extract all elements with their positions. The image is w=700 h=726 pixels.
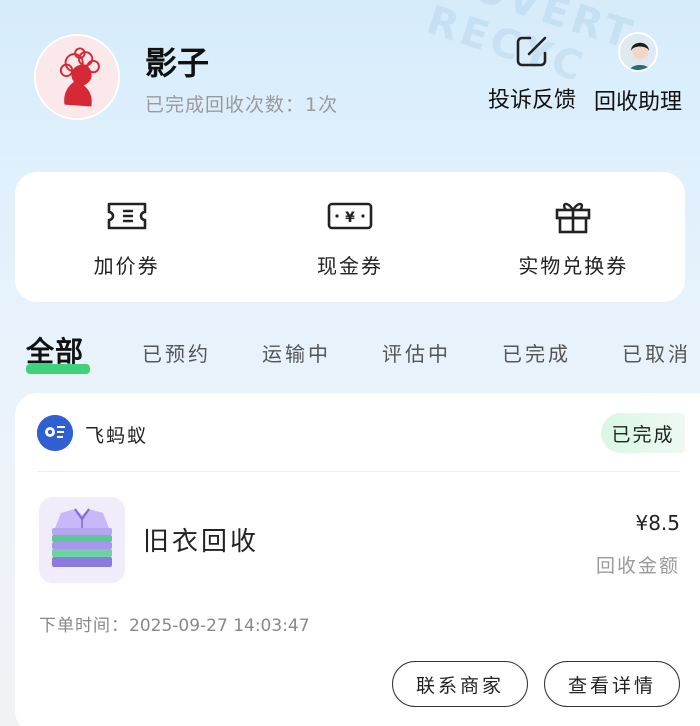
coupon-card: 加价券 ¥ 现金券 实物兑换券	[15, 172, 685, 302]
status-badge: 已完成	[601, 413, 685, 453]
order-time: 下单时间：2025-09-27 14:03:47	[39, 611, 310, 636]
coupon-gift[interactable]: 实物兑换券	[473, 196, 673, 279]
recycle-assistant-button[interactable]: 回收助理	[594, 32, 682, 116]
coupon-markup[interactable]: 加价券	[27, 196, 227, 279]
coupon-label: 实物兑换券	[518, 253, 629, 278]
assistant-label: 回收助理	[594, 90, 683, 115]
recycle-price: ¥8.5	[635, 511, 680, 535]
complaint-feedback-button[interactable]: 投诉反馈	[488, 32, 576, 114]
svg-text:¥: ¥	[345, 210, 355, 226]
tab-all[interactable]: 全部	[26, 330, 90, 374]
tab-shipping[interactable]: 运输中	[262, 338, 331, 367]
merchant-logo-icon	[37, 415, 73, 451]
edit-icon	[516, 36, 547, 67]
profile-header: 影子 已完成回收次数：1次 投诉反馈 回收助理	[0, 0, 700, 150]
coupon-label: 现金券	[316, 253, 383, 278]
tab-reserved[interactable]: 已预约	[142, 338, 211, 367]
clothes-stack-image	[39, 497, 125, 583]
merchant-name: 飞蚂蚁	[85, 425, 149, 447]
avatar[interactable]	[34, 34, 120, 120]
order-status-tabs: 全部 已预约 运输中 评估中 已完成 已取消	[26, 330, 700, 374]
username: 影子	[145, 44, 210, 82]
tab-completed[interactable]: 已完成	[502, 338, 571, 367]
view-details-button[interactable]: 查看详情	[544, 661, 680, 707]
recycle-price-label: 回收金额	[595, 555, 680, 577]
assistant-avatar	[618, 32, 658, 72]
tab-cancelled[interactable]: 已取消	[622, 338, 691, 367]
contact-merchant-button[interactable]: 联系商家	[392, 661, 528, 707]
complaint-label: 投诉反馈	[488, 88, 577, 113]
cash-voucher-icon: ¥	[327, 202, 373, 229]
coupon-label: 加价券	[93, 253, 160, 278]
completed-count: 已完成回收次数：1次	[145, 94, 339, 116]
tab-evaluating[interactable]: 评估中	[382, 338, 451, 367]
divider	[37, 471, 680, 472]
product-name: 旧衣回收	[143, 527, 260, 557]
tab-label: 全部	[26, 335, 85, 368]
order-time-value: 2025-09-27 14:03:47	[129, 616, 310, 636]
ticket-icon	[107, 202, 146, 229]
gift-icon	[556, 202, 591, 233]
order-card[interactable]: 飞蚂蚁 已完成 旧衣回收 ¥8.5 回收金额 下单时间：2025-09-27 1…	[15, 393, 700, 726]
coupon-cash[interactable]: ¥ 现金券	[250, 196, 450, 279]
order-time-label: 下单时间：	[39, 616, 129, 636]
